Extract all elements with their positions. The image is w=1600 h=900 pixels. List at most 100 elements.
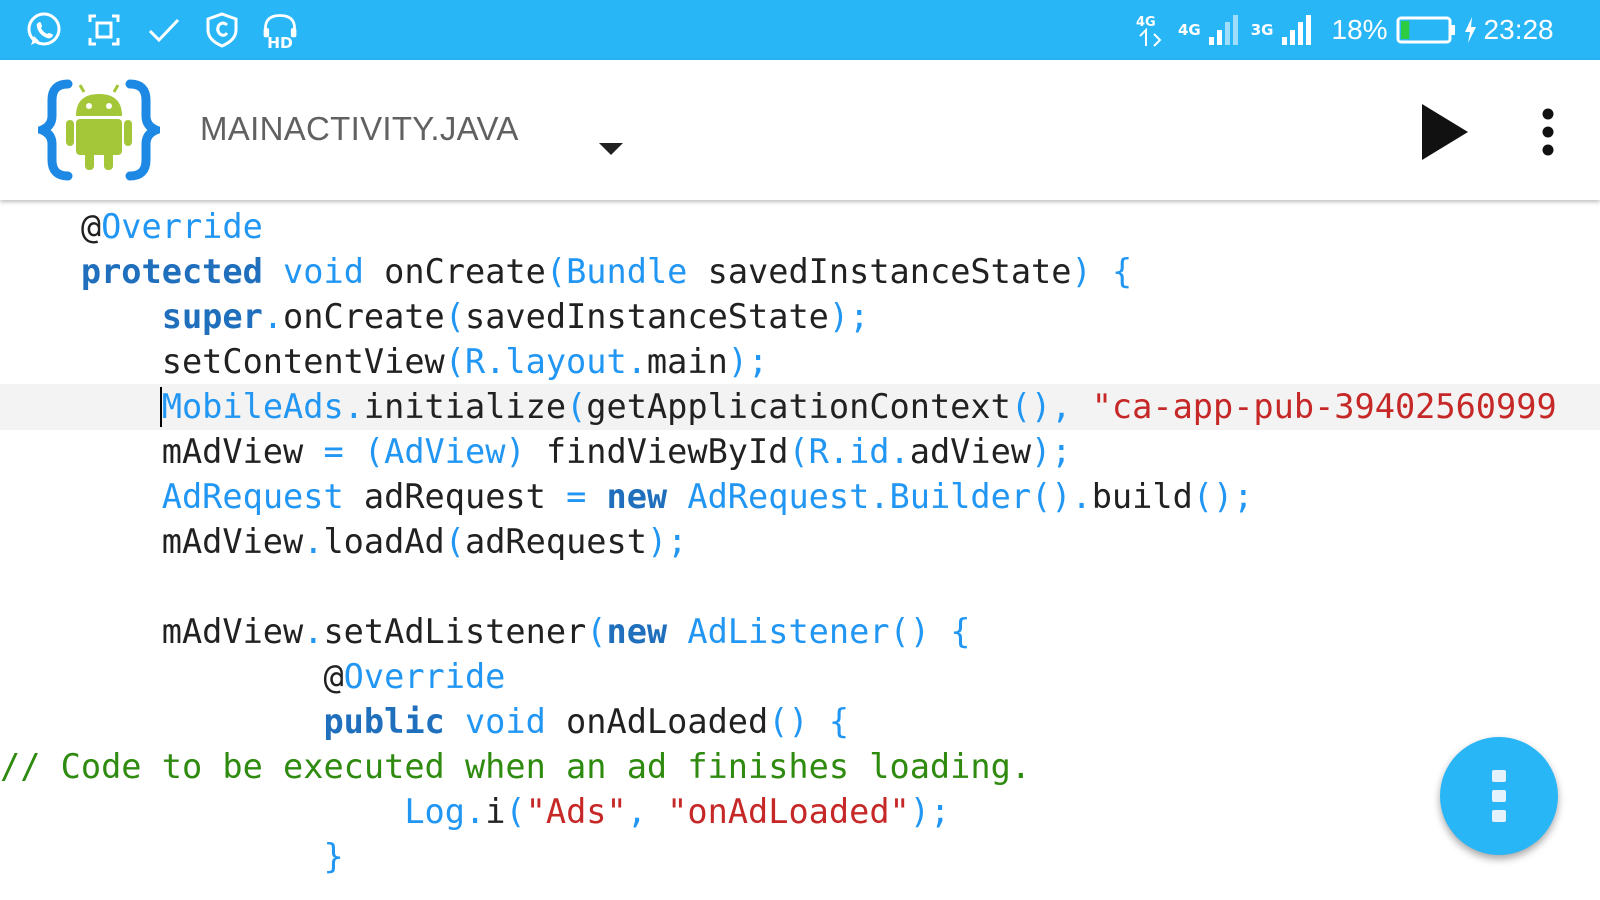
code-line[interactable]: AdRequest adRequest = new AdRequest.Buil… xyxy=(0,474,1254,519)
code-token: ( xyxy=(363,432,385,471)
code-token: setAdListener xyxy=(323,612,587,651)
code-token: AdRequest xyxy=(161,477,344,516)
code-token: new xyxy=(606,612,668,651)
code-token: build xyxy=(1091,477,1193,516)
code-token: setContentView xyxy=(0,342,445,381)
code-token: ) xyxy=(1071,252,1092,291)
code-token: protected xyxy=(80,252,263,291)
code-line[interactable]: @Override xyxy=(0,204,263,249)
file-name-title[interactable]: MAINACTIVITY.JAVA xyxy=(200,108,530,150)
hd-headset-icon: HD xyxy=(258,8,302,52)
code-line[interactable]: mAdView = (AdView) findViewById(R.id.adV… xyxy=(0,429,1072,474)
code-line[interactable]: // Code to be executed when an ad finish… xyxy=(0,744,1031,789)
code-line[interactable]: setContentView(R.layout.main); xyxy=(0,339,769,384)
code-token: () xyxy=(889,612,930,651)
code-token: R xyxy=(808,432,829,471)
code-token: // Code to be executed when an ad finish… xyxy=(0,747,1032,786)
more-vert-icon xyxy=(1492,770,1506,822)
code-token: } xyxy=(323,837,344,876)
signal-icon xyxy=(1281,15,1311,45)
code-token: { xyxy=(950,612,971,651)
run-icon[interactable] xyxy=(1412,100,1476,164)
code-token: mAdView xyxy=(0,612,304,651)
code-token: . xyxy=(626,342,647,381)
code-token: R xyxy=(464,342,486,381)
app-bar: MAINACTIVITY.JAVA xyxy=(0,60,1600,200)
code-line[interactable]: mAdView.loadAd(adRequest); xyxy=(0,519,688,564)
code-token: . xyxy=(303,612,324,651)
network-label-top: 4G xyxy=(1136,15,1156,30)
code-token: ( xyxy=(444,522,465,561)
code-token: { xyxy=(1111,252,1133,291)
code-line[interactable]: MobileAds.initialize(getApplicationConte… xyxy=(0,384,1557,429)
svg-text:HD: HD xyxy=(267,34,293,50)
code-token: ); xyxy=(909,792,951,831)
code-token: ( xyxy=(566,387,587,426)
code-token: mAdView xyxy=(0,432,324,471)
code-line[interactable]: super.onCreate(savedInstanceState); xyxy=(0,294,870,339)
code-token: loadAd xyxy=(323,522,445,561)
dropdown-arrow-icon[interactable] xyxy=(598,142,624,156)
battery-percent: 18% xyxy=(1331,14,1388,45)
code-token: initialize xyxy=(363,387,567,426)
screenshot-icon xyxy=(82,8,126,52)
code-token: AdRequest xyxy=(687,477,870,516)
shield-icon xyxy=(200,8,244,52)
code-token: . xyxy=(464,792,486,831)
code-token: AdListener xyxy=(687,612,890,651)
code-editor[interactable]: @Override protected void onCreate(Bundle… xyxy=(0,200,1600,900)
code-token: @ xyxy=(0,657,344,696)
network-status: 4G 4G 3G 18% 23:28 xyxy=(1132,0,1554,60)
charging-icon xyxy=(1464,17,1476,43)
code-line[interactable]: protected void onCreate(Bundle savedInst… xyxy=(0,249,1132,294)
code-token: Bundle xyxy=(566,252,688,291)
code-token: () xyxy=(768,702,809,741)
code-token: i xyxy=(485,792,506,831)
code-token: , xyxy=(626,792,647,831)
battery-icon xyxy=(1396,16,1455,44)
code-token: adView xyxy=(909,432,1032,471)
code-token: savedInstanceState xyxy=(687,252,1072,291)
code-line[interactable]: Log.i("Ads", "onAdLoaded"); xyxy=(0,789,950,834)
code-token: getApplicationContext xyxy=(586,387,1011,426)
code-token: Builder xyxy=(889,477,1032,516)
fab-more-button[interactable] xyxy=(1440,737,1558,855)
more-vert-icon[interactable] xyxy=(1520,100,1576,164)
whatsapp-icon xyxy=(22,8,66,52)
check-icon xyxy=(142,8,186,52)
code-token: adRequest xyxy=(464,522,647,561)
code-token: . xyxy=(303,522,324,561)
code-token: (), xyxy=(1010,387,1072,426)
code-token: main xyxy=(646,342,728,381)
code-token: new xyxy=(606,477,668,516)
code-token: . xyxy=(262,297,284,336)
code-line[interactable]: @Override xyxy=(0,654,505,699)
code-token: ( xyxy=(505,792,526,831)
code-token: savedInstanceState xyxy=(465,297,829,336)
code-token: ); xyxy=(1031,432,1072,471)
code-line[interactable]: } xyxy=(0,834,344,879)
code-token: ) xyxy=(505,432,526,471)
code-token: mAdView xyxy=(0,522,304,561)
code-line[interactable]: public void onAdLoaded() { xyxy=(0,699,849,744)
code-token: Log xyxy=(404,792,465,831)
code-line[interactable]: mAdView.setAdListener(new AdListener() { xyxy=(0,609,971,654)
code-token: ( xyxy=(444,297,465,336)
android-logo xyxy=(38,79,160,181)
code-token: . xyxy=(485,342,506,381)
